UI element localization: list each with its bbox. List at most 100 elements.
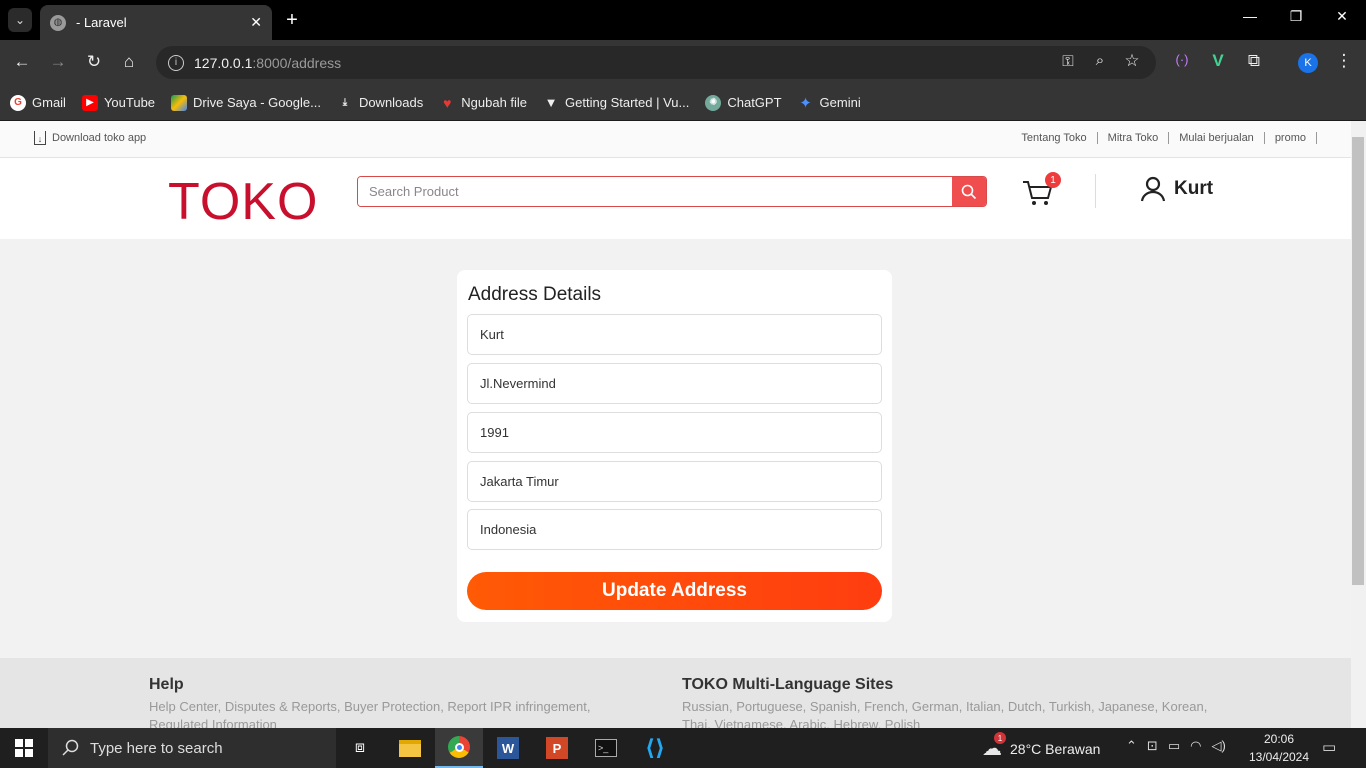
home-button[interactable]: ⌂ [117,52,141,72]
vue-icon: ▼ [544,95,558,110]
site-info-icon[interactable]: i [168,54,184,71]
chrome-icon [448,736,470,758]
footer-help-links[interactable]: Help Center, Disputes & Reports, Buyer P… [149,698,649,728]
site-header: TOKO 1 Kurt [0,158,1351,239]
site-logo[interactable]: TOKO [168,172,318,232]
bookmark-star-icon[interactable]: ☆ [1120,51,1144,71]
chevron-up-icon[interactable]: ⌃ [1126,738,1137,754]
close-window-button[interactable]: ✕ [1332,8,1352,25]
form-title: Address Details [468,284,602,305]
extension-icon[interactable]: (·) [1170,52,1194,67]
drive-icon [171,94,188,111]
weather-text: 28°C Berawan [1010,740,1101,757]
gemini-icon: ✦ [799,94,812,112]
tab-search-button[interactable]: ⌄ [8,8,32,32]
file-explorer-app[interactable] [386,728,434,768]
footer-help-title: Help [149,676,184,693]
clock-date: 13/04/2024 [1248,750,1310,764]
terminal-icon: >_ [595,739,617,757]
bookmark-ngubah-file[interactable]: ♥ Ngubah file [439,95,527,111]
chrome-app[interactable] [435,728,483,768]
vscode-app[interactable]: ⟨⟩ [631,728,679,768]
page-viewport: ↓ Download toko app Tentang Toko Mitra T… [0,121,1351,728]
top-links: Tentang Toko Mitra Toko Mulai berjualan … [1011,132,1317,144]
site-footer: Help Help Center, Disputes & Reports, Bu… [0,658,1351,728]
bookmark-gemini[interactable]: ✦ Gemini [798,94,860,112]
footer-sites: TOKO Multi-Language Sites Russian, Portu… [682,676,1212,728]
globe-icon: ◍ [50,14,66,31]
wifi-icon[interactable]: ◠ [1190,738,1201,754]
country-field[interactable]: Indonesia [467,509,882,550]
meet-icon[interactable]: ⊡ [1147,738,1158,754]
minimize-button[interactable]: — [1240,8,1260,24]
taskbar-search[interactable]: Type here to search [48,728,336,768]
task-view-button[interactable]: ⧈ [336,728,384,768]
system-tray: ⌃ ⊡ ▭ ◠ ◁) [1126,738,1236,754]
weather-widget[interactable]: ☁ 1 28°C Berawan [982,732,1101,761]
address-bar[interactable]: i 127.0.0.1:8000/address [156,46,1156,79]
new-tab-button[interactable]: + [282,9,302,32]
battery-icon[interactable]: ▭ [1168,738,1180,754]
volume-icon[interactable]: ◁) [1211,738,1225,754]
bookmark-youtube[interactable]: ▶ YouTube [81,94,155,111]
city-field[interactable]: Jakarta Timur [467,461,882,502]
close-tab-icon[interactable]: ✕ [250,14,262,31]
search-button[interactable] [952,177,986,206]
link-mitra-toko[interactable]: Mitra Toko [1098,132,1170,144]
search-icon [961,184,977,199]
profile-avatar[interactable]: K [1298,53,1318,73]
download-app-link[interactable]: ↓ Download toko app [34,131,146,145]
street-field[interactable]: Jl.Nevermind [467,363,882,404]
bookmarks-bar: G Gmail ▶ YouTube Drive Saya - Google... ⤓… [0,85,1366,121]
postal-code-field[interactable]: 1991 [467,412,882,453]
username: Kurt [1174,178,1214,199]
restore-button[interactable]: ❐ [1286,8,1306,25]
youtube-icon: ▶ [81,94,98,111]
powerpoint-app[interactable]: P [533,728,581,768]
link-mulai-berjualan[interactable]: Mulai berjualan [1169,132,1265,144]
address-form-card: Address Details Kurt Jl.Nevermind 1991 J… [457,270,892,622]
download-icon: ⤓ [342,97,348,108]
bookmark-chatgpt[interactable]: ✺ ChatGPT [705,94,782,111]
chatgpt-icon: ✺ [705,94,722,111]
terminal-app[interactable]: >_ [582,728,630,768]
extensions-puzzle-icon[interactable]: ⧉ [1242,51,1266,71]
bookmark-gmail[interactable]: G Gmail [10,94,66,111]
back-button[interactable]: ← [10,52,34,72]
windows-icon [15,739,33,757]
notification-icon[interactable]: ▭ [1322,738,1336,756]
browser-tab[interactable]: ◍ - Laravel ✕ [40,5,272,40]
menu-icon[interactable]: ⋮ [1332,51,1356,71]
bookmark-drive[interactable]: Drive Saya - Google... [171,94,321,111]
password-key-icon[interactable]: ⚿ [1056,53,1080,70]
clock[interactable]: 20:06 13/04/2024 [1246,730,1312,766]
weather-badge: 1 [994,732,1006,744]
top-strip: ↓ Download toko app Tentang Toko Mitra T… [0,121,1351,158]
clock-time: 20:06 [1263,732,1295,746]
start-button[interactable] [0,728,48,768]
folder-icon [399,739,421,757]
vue-devtools-icon[interactable]: V [1206,51,1230,71]
weather-cloud-icon: ☁ 1 [982,732,1006,761]
bookmark-vue[interactable]: ▼ Getting Started | Vu... [543,95,690,111]
word-app[interactable]: W [484,728,532,768]
zoom-icon[interactable]: ⌕ [1088,52,1112,69]
download-app-icon: ↓ [34,131,46,145]
forward-button[interactable]: → [46,52,70,72]
footer-sites-title: TOKO Multi-Language Sites [682,676,894,693]
footer-sites-links[interactable]: Russian, Portuguese, Spanish, French, Ge… [682,698,1212,728]
scrollbar-thumb[interactable] [1352,137,1364,585]
task-view-icon: ⧈ [354,739,366,756]
user-menu[interactable]: Kurt [1140,176,1213,202]
update-address-button[interactable]: Update Address [467,572,882,610]
powerpoint-icon: P [546,737,568,759]
name-field[interactable]: Kurt [467,314,882,355]
link-promo[interactable]: promo [1265,132,1317,144]
search-input[interactable] [358,177,952,206]
bookmark-downloads[interactable]: ⤓ Downloads [337,95,424,111]
link-tentang-toko[interactable]: Tentang Toko [1011,132,1098,144]
reload-button[interactable]: ↻ [82,52,106,72]
header-divider [1095,174,1096,208]
footer-help: Help Help Center, Disputes & Reports, Bu… [149,676,649,728]
cart-count-badge: 1 [1045,172,1061,188]
